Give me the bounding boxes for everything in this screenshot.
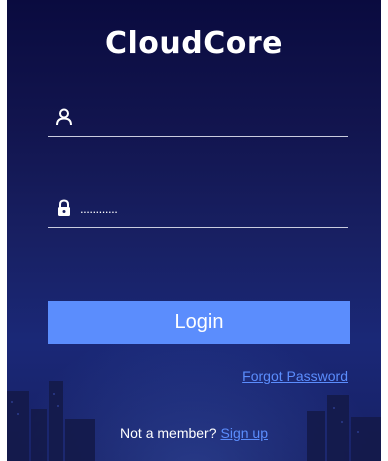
user-icon [52,105,76,129]
password-field[interactable] [48,189,348,228]
lock-icon [52,196,76,220]
username-field[interactable] [48,98,348,137]
app-logo: CloudCore [104,26,283,61]
not-member-text: Not a member? [120,425,217,441]
login-button[interactable]: Login [48,301,350,344]
password-input[interactable] [76,194,348,222]
signup-row: Not a member? Sign up [7,425,381,441]
login-screen: CloudCore Login Forgot Password Not a me… [7,0,381,461]
username-input[interactable] [76,103,348,131]
forgot-password-link[interactable]: Forgot Password [242,368,348,384]
sign-up-link[interactable]: Sign up [221,425,268,441]
